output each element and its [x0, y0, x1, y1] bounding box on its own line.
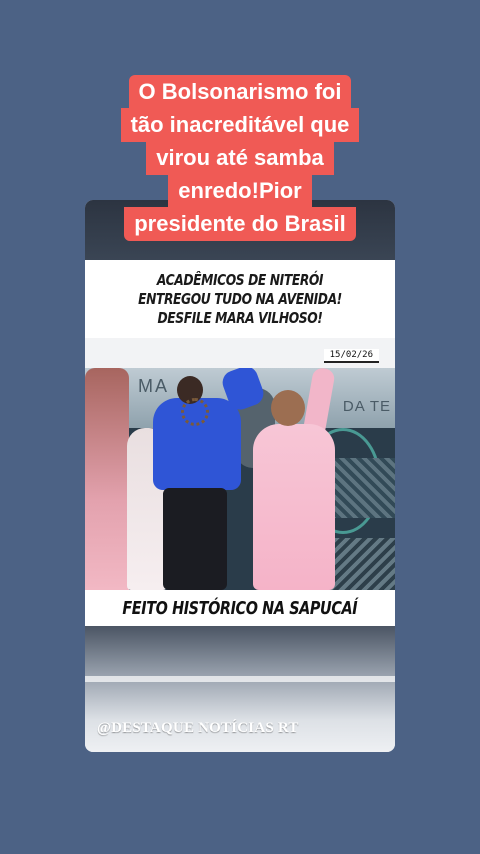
- title-line: enredo!Pior: [168, 174, 312, 208]
- title-line: tão inacreditável que: [120, 108, 360, 142]
- date-strip: 15/02/26: [85, 338, 395, 368]
- title-overlay: O Bolsonarismo foi tão inacreditável que…: [0, 75, 480, 241]
- dancer-pink-body: [253, 424, 335, 590]
- watermark-text: @DESTAQUE NOTÍCIAS RT: [97, 720, 299, 736]
- headline-box: ACADÊMICOS DE NITERÓI ENTREGOU TUDO NA A…: [85, 260, 395, 338]
- banner-decoration-right: DA TE: [342, 398, 391, 415]
- necklace-decoration: [181, 398, 209, 426]
- post-headline: ACADÊMICOS DE NITERÓI ENTREGOU TUDO NA A…: [138, 270, 342, 327]
- video-frame[interactable]: O MA DA TE: [85, 368, 395, 590]
- title-line: O Bolsonarismo foi: [128, 75, 352, 109]
- title-line: presidente do Brasil: [124, 207, 356, 241]
- dancer-pink-head: [271, 390, 305, 426]
- dancer-blue-legs: [163, 488, 227, 590]
- date-badge: 15/02/26: [323, 349, 379, 363]
- title-line: virou até samba: [146, 141, 334, 175]
- bottom-stripe: [85, 676, 395, 682]
- caption-box: FEITO HISTÓRICO NA SAPUCAÍ: [85, 590, 395, 626]
- dancer-left-figure: [85, 368, 129, 590]
- crowd-lower: [325, 538, 395, 590]
- story-post-card[interactable]: ACADÊMICOS DE NITERÓI ENTREGOU TUDO NA A…: [85, 200, 395, 752]
- crowd-upper: [325, 458, 395, 518]
- post-caption: FEITO HISTÓRICO NA SAPUCAÍ: [122, 597, 358, 619]
